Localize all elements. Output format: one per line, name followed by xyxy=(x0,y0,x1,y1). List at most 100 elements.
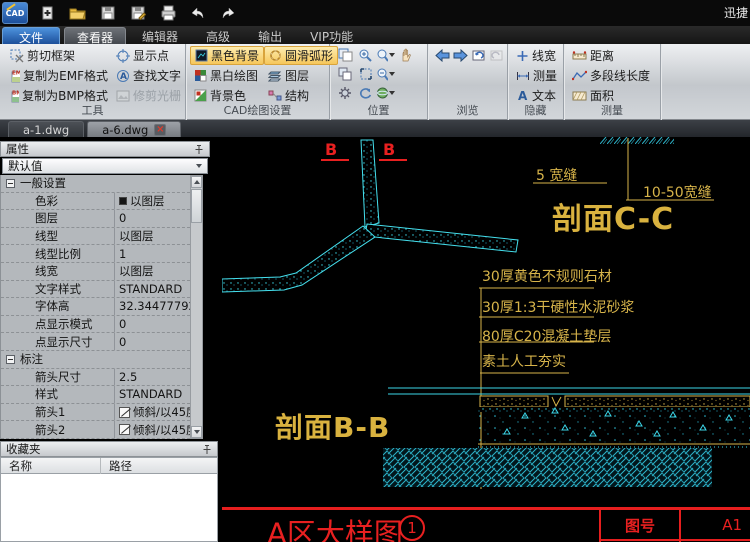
previous-view-button[interactable] xyxy=(471,46,488,64)
svg-text:A: A xyxy=(120,72,127,82)
property-grid: 一般设置 色彩以图层 图层0 线型以图层 线型比例1 线宽以图层 文字样式STA… xyxy=(0,175,190,439)
new-file-button[interactable] xyxy=(38,4,58,22)
property-row-dimstyle[interactable]: 样式STANDARD xyxy=(1,386,190,404)
lineweight-icon xyxy=(516,50,529,62)
zoom-extents-button[interactable] xyxy=(356,65,375,83)
menu-output[interactable]: 输出 xyxy=(246,27,294,44)
section-general[interactable]: 一般设置 xyxy=(1,175,190,193)
tab-close-button[interactable]: × xyxy=(154,124,166,136)
zoom-window-icon xyxy=(376,48,388,62)
back-button[interactable] xyxy=(434,46,451,64)
property-row-fontheight[interactable]: 字体高32.344777925 xyxy=(1,298,190,316)
svg-text:BMP: BMP xyxy=(12,90,19,96)
distance-icon xyxy=(572,50,587,62)
hide-measure-button[interactable]: 测量 xyxy=(512,66,563,85)
column-name[interactable]: 名称 xyxy=(1,458,101,474)
ribbon-group-position: 位置 xyxy=(330,44,428,120)
paste-view-icon xyxy=(338,48,353,62)
view-settings-button[interactable] xyxy=(336,84,355,102)
print-button[interactable] xyxy=(158,4,178,22)
zoom-extents-icon xyxy=(359,67,373,81)
trim-raster-icon xyxy=(116,89,130,103)
favorites-column-headers: 名称 路径 xyxy=(0,457,218,474)
measure-polyline-button[interactable]: 多段线长度 xyxy=(568,66,660,85)
sheet-title: A区大样图 xyxy=(267,511,403,542)
scroll-up-button[interactable] xyxy=(191,176,202,188)
section-dimension[interactable]: 标注 xyxy=(1,351,190,369)
orbit-3d-button[interactable] xyxy=(376,84,395,102)
app-logo[interactable]: CAD xyxy=(2,2,28,24)
pan-button[interactable] xyxy=(396,46,415,64)
property-scrollbar[interactable] xyxy=(190,175,203,439)
property-row-linetype[interactable]: 线型以图层 xyxy=(1,228,190,246)
clip-frame-button[interactable]: 剪切框架 xyxy=(6,46,112,65)
property-row-arrow2[interactable]: 箭头2倾斜/以45度角 xyxy=(1,421,190,439)
drawing-canvas[interactable]: B B 5 宽缝 10-50宽缝 剖面C-C 30厚黄色不规则石材 30厚1:3… xyxy=(222,137,750,542)
bw-drawing-button[interactable]: 黑白绘图 xyxy=(190,66,264,85)
menu-editor[interactable]: 编辑器 xyxy=(130,27,190,44)
redo-button[interactable] xyxy=(218,4,238,22)
detail-number-badge: 1 xyxy=(399,515,425,541)
property-row-ltscale[interactable]: 线型比例1 xyxy=(1,245,190,263)
note-concrete: 80厚C20混凝土垫层 xyxy=(482,326,611,346)
property-row-pdmode[interactable]: 点显示模式0 xyxy=(1,316,190,334)
save-button[interactable] xyxy=(98,4,118,22)
ribbon: 剪切框架 EMF复制为EMF格式 BMP复制为BMP格式 显示点 A查找文字 修… xyxy=(0,44,750,120)
forward-button[interactable] xyxy=(452,46,469,64)
scroll-thumb[interactable] xyxy=(191,189,202,223)
property-row-color[interactable]: 色彩以图层 xyxy=(1,193,190,211)
property-row-pdsize[interactable]: 点显示尺寸0 xyxy=(1,333,190,351)
pin-icon[interactable] xyxy=(202,444,212,455)
dim-label-5: 5 宽缝 xyxy=(536,165,577,185)
copy-view-icon xyxy=(338,67,353,81)
property-row-layer[interactable]: 图层0 xyxy=(1,210,190,228)
property-row-arrowsize[interactable]: 箭头尺寸2.5 xyxy=(1,369,190,387)
copy-view-button[interactable] xyxy=(336,65,355,83)
menu-file[interactable]: 文件 xyxy=(2,27,60,44)
sheet-number-label: 图号 xyxy=(600,515,680,536)
copy-emf-button[interactable]: EMF复制为EMF格式 xyxy=(6,66,112,85)
zoom-in-button[interactable] xyxy=(356,46,375,64)
layers-button[interactable]: 图层 xyxy=(264,66,338,85)
show-point-button[interactable]: 显示点 xyxy=(112,46,185,65)
scroll-down-button[interactable] xyxy=(191,426,202,438)
property-row-arrow1[interactable]: 箭头1倾斜/以45度角 xyxy=(1,404,190,422)
menu-vip[interactable]: VIP功能 xyxy=(298,27,365,44)
measure-distance-button[interactable]: 距离 xyxy=(568,46,660,65)
black-background-toggle[interactable]: 黑色背景 xyxy=(190,46,264,65)
show-point-icon xyxy=(116,49,130,63)
dropdown-arrow-icon xyxy=(389,91,395,95)
column-path[interactable]: 路径 xyxy=(101,458,132,474)
cad-viewer-window: CAD 迅捷 文件 查看器 编辑器 高级 输出 VIP功能 剪切框架 EMF复制… xyxy=(0,0,750,542)
tab-a1dwg[interactable]: a-1.dwg xyxy=(8,121,84,137)
preset-dropdown[interactable]: 默认值 xyxy=(2,158,208,174)
find-text-button[interactable]: A查找文字 xyxy=(112,66,185,85)
print-icon xyxy=(160,5,177,21)
area-icon xyxy=(572,90,587,102)
collapse-icon[interactable] xyxy=(6,179,15,188)
pin-icon[interactable] xyxy=(194,144,204,155)
tab-a6dwg[interactable]: a-6.dwg× xyxy=(87,121,181,137)
zoom-out-button[interactable] xyxy=(376,65,395,83)
open-file-button[interactable] xyxy=(68,4,88,22)
property-row-textstyle[interactable]: 文字样式STANDARD xyxy=(1,281,190,299)
zoom-window-button[interactable] xyxy=(376,46,395,64)
paste-view-button[interactable] xyxy=(336,46,355,64)
back-arrow-icon xyxy=(435,49,450,62)
save-as-button[interactable] xyxy=(128,4,148,22)
collapse-icon[interactable] xyxy=(6,355,15,364)
open-folder-icon xyxy=(69,5,87,21)
favorites-list[interactable] xyxy=(0,474,218,542)
property-row-lineweight[interactable]: 线宽以图层 xyxy=(1,263,190,281)
black-background-icon xyxy=(195,49,208,62)
next-view-button[interactable] xyxy=(489,46,506,64)
menu-advanced[interactable]: 高级 xyxy=(194,27,242,44)
undo-button[interactable] xyxy=(188,4,208,22)
forward-arrow-icon xyxy=(453,49,468,62)
menu-viewer[interactable]: 查看器 xyxy=(64,27,126,44)
smooth-arc-toggle[interactable]: 圆滑弧形 xyxy=(264,46,338,65)
rotate-view-button[interactable] xyxy=(356,84,375,102)
save-icon xyxy=(100,5,116,21)
hide-lineweight-button[interactable]: 线宽 xyxy=(512,46,563,65)
titlebar: CAD 迅捷 xyxy=(0,0,750,26)
